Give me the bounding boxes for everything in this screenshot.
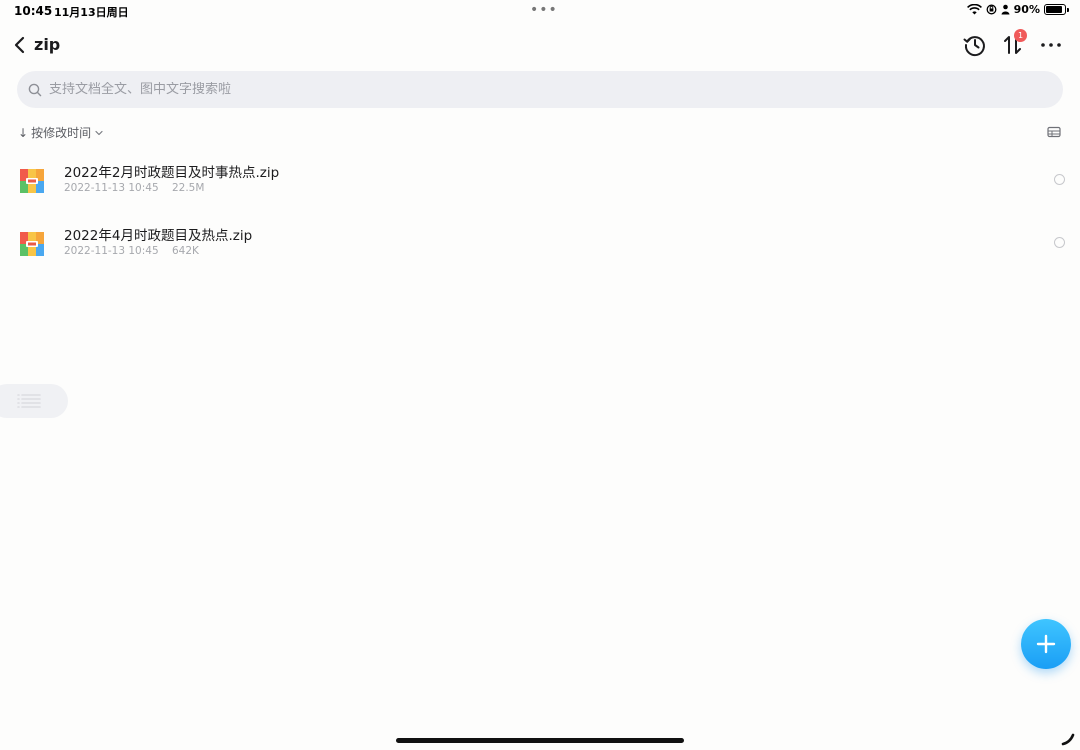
- zip-archive-icon: [20, 169, 44, 193]
- search-input[interactable]: [49, 82, 949, 97]
- file-list-item[interactable]: 2022年2月时政题目及时事热点.zip 2022-11-13 10:45 22…: [0, 165, 1080, 228]
- file-name: 2022年4月时政题目及热点.zip: [64, 228, 253, 244]
- status-indicators: 90%: [966, 3, 1069, 16]
- search-bar[interactable]: [17, 71, 1063, 108]
- file-list-item[interactable]: 2022年4月时政题目及热点.zip 2022-11-13 10:45 642K: [0, 228, 1080, 291]
- battery-fill: [1046, 6, 1063, 13]
- multitask-dots-icon[interactable]: •••: [530, 3, 558, 17]
- back-icon[interactable]: [10, 34, 30, 56]
- select-radio[interactable]: [1054, 174, 1065, 185]
- transfer-badge: 1: [1014, 29, 1027, 42]
- orientation-lock-icon: [986, 4, 997, 15]
- battery-percent: 90%: [1013, 3, 1040, 16]
- add-button[interactable]: [1021, 619, 1071, 669]
- sort-arrow: ↓: [18, 125, 29, 140]
- search-icon: [28, 83, 42, 96]
- chevron-down-icon: [95, 130, 103, 135]
- sidebar-toggle[interactable]: [0, 384, 68, 418]
- more-icon[interactable]: [1038, 32, 1064, 58]
- sort-label: 按修改时间: [31, 126, 92, 140]
- wifi-icon: [966, 4, 982, 15]
- file-name: 2022年2月时政题目及时事热点.zip: [64, 165, 280, 181]
- home-indicator[interactable]: [396, 738, 684, 743]
- pencil-icon: [1061, 733, 1075, 746]
- zip-archive-icon: [20, 232, 44, 256]
- status-time: 10:45: [14, 4, 53, 18]
- status-date: 11月13日周日: [54, 6, 129, 19]
- file-size: 22.5M: [171, 182, 205, 194]
- file-meta: 2022-11-13 10:45 642K: [64, 245, 199, 257]
- view-toggle-icon[interactable]: [1047, 126, 1061, 138]
- file-meta: 2022-11-13 10:45 22.5M: [64, 182, 204, 194]
- location-icon: [1001, 4, 1010, 15]
- battery-icon: [1044, 4, 1069, 15]
- file-date: 2022-11-13 10:45: [64, 182, 159, 194]
- select-radio[interactable]: [1054, 237, 1065, 248]
- file-size: 642K: [171, 245, 199, 257]
- sort-control[interactable]: ↓ 按修改时间: [18, 124, 104, 141]
- page-title: zip: [34, 35, 61, 54]
- list-icon: [17, 394, 41, 408]
- history-icon[interactable]: [962, 32, 988, 58]
- file-date: 2022-11-13 10:45: [64, 245, 159, 257]
- status-bar: 10:45 11月13日周日 ••• 90%: [0, 0, 1080, 22]
- plus-icon: [1036, 634, 1056, 654]
